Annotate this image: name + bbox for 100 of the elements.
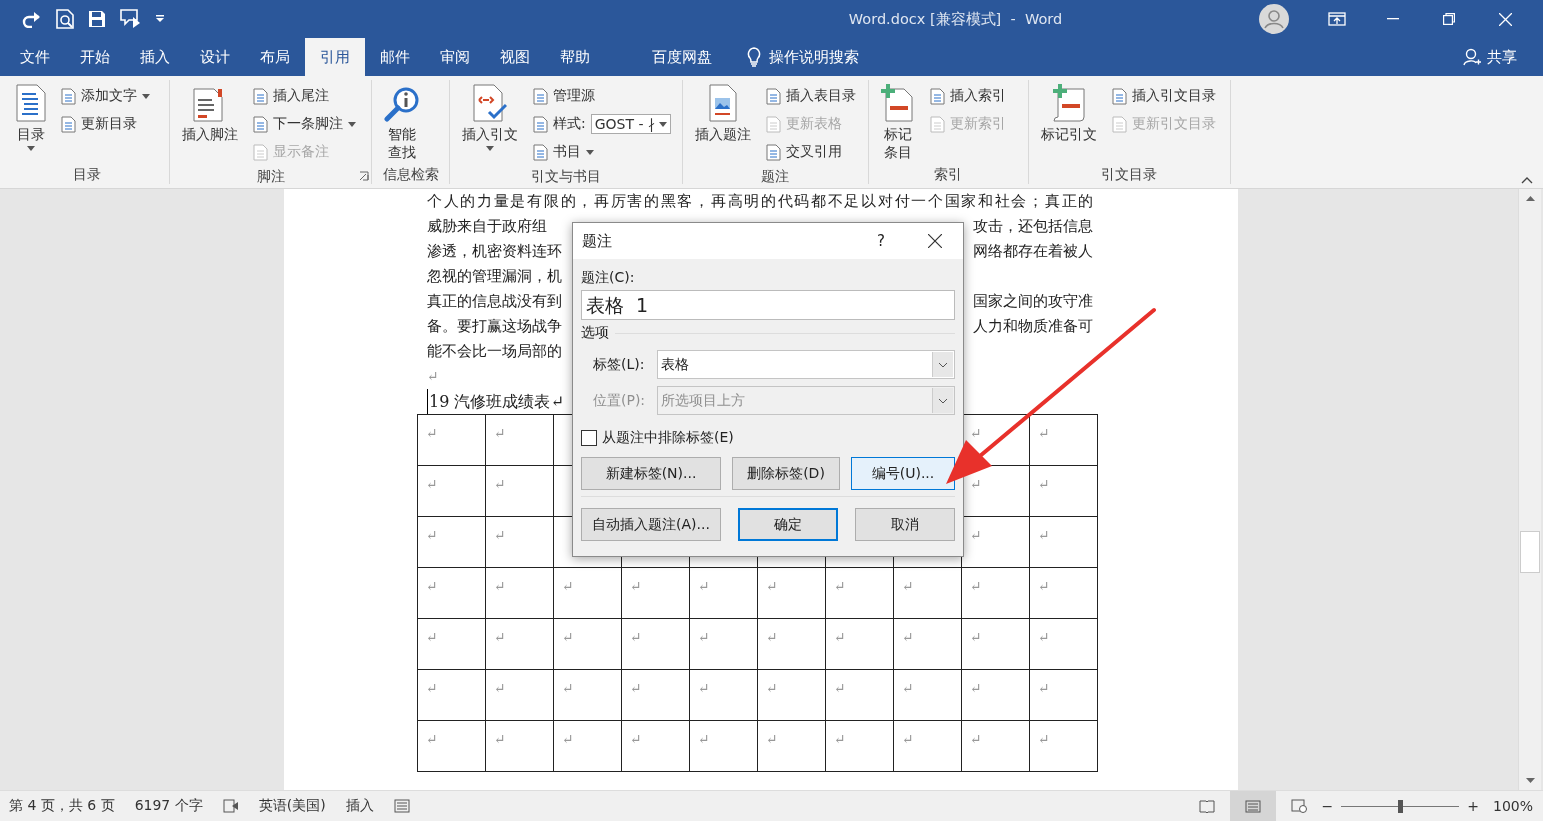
cell-mark: ↵ <box>834 680 846 696</box>
ribbon-tab[interactable]: 开始 <box>65 38 125 76</box>
scroll-down-icon <box>1525 778 1535 784</box>
touch-mode-icon <box>120 9 142 29</box>
chevron-down-icon <box>938 361 948 368</box>
dialog-button[interactable]: 自动插入题注(A)... <box>581 508 721 541</box>
ribbon-button[interactable]: 目录 <box>12 80 50 164</box>
redo-icon <box>22 10 42 28</box>
paragraph-text: 网络都存在着被人 <box>973 241 1093 262</box>
cell-mark: ↵ <box>1038 476 1050 492</box>
cell-mark: ↵ <box>494 680 506 696</box>
cell-mark: ↵ <box>426 527 438 543</box>
cell-mark: ↵ <box>1038 629 1050 645</box>
dialog-launcher-button[interactable] <box>359 171 369 181</box>
cell-mark: ↵ <box>902 578 914 594</box>
cell-mark: ↵ <box>970 425 982 441</box>
ribbon-button[interactable]: 智能 查找 <box>380 80 424 164</box>
cell-mark: ↵ <box>562 680 574 696</box>
caret-icon <box>586 149 594 155</box>
status-text: 6197 个字 <box>134 797 203 815</box>
cell-mark: ↵ <box>970 680 982 696</box>
dialog-button[interactable]: 编号(U)... <box>851 457 955 490</box>
cell-mark: ↵ <box>494 731 506 747</box>
ribbon-button[interactable]: 管理源 <box>530 82 674 110</box>
ribbon-tab[interactable]: 视图 <box>485 38 545 76</box>
paragraph-text: 威胁来自于政府组 <box>427 216 547 237</box>
cell-mark: ↵ <box>494 527 506 543</box>
cell-mark: ↵ <box>834 731 846 747</box>
cell-mark: ↵ <box>834 578 846 594</box>
ribbon-tab[interactable]: 引用 <box>305 38 365 76</box>
dialog-button[interactable]: 确定 <box>738 508 838 541</box>
ribbon-button[interactable]: 插入表目录 <box>763 82 859 110</box>
zoom-level[interactable]: 100% <box>1492 798 1533 814</box>
ribbon-button[interactable]: 插入索引 <box>927 82 1009 110</box>
ribbon-button[interactable]: 插入引文 <box>458 80 522 166</box>
ribbon-tab[interactable]: 布局 <box>245 38 305 76</box>
status-text: 英语(美国) <box>258 797 326 815</box>
print-layout-button[interactable] <box>1229 790 1276 821</box>
help-button[interactable]: ? <box>855 232 907 250</box>
tell-me-search[interactable]: 操作说明搜索 <box>741 38 865 76</box>
cell-mark: ↵ <box>766 578 778 594</box>
ribbon-button[interactable]: 添加文字 <box>58 82 153 110</box>
cell-mark: ↵ <box>426 425 438 441</box>
cell-mark: ↵ <box>902 629 914 645</box>
customize-caret-icon <box>156 15 164 23</box>
dialog-button[interactable]: 删除标签(D) <box>732 457 840 490</box>
ribbon-tab[interactable]: 审阅 <box>425 38 485 76</box>
dialog-title: 题注 <box>582 231 613 251</box>
zoom-slider-thumb[interactable] <box>1398 799 1404 813</box>
status-text: 插入 <box>345 797 374 815</box>
cell-mark: ↵ <box>426 629 438 645</box>
cell-mark: ↵ <box>494 629 506 645</box>
ribbon-button[interactable]: 插入尾注 <box>250 82 359 110</box>
page-icon <box>766 87 781 105</box>
cell-mark: ↵ <box>1038 578 1050 594</box>
ribbon-tab[interactable]: 百度网盘 <box>637 38 727 76</box>
ribbon-tab[interactable]: 插入 <box>125 38 185 76</box>
cell-mark: ↵ <box>698 629 710 645</box>
ribbon-button[interactable]: 标记 条目 <box>877 80 919 164</box>
page-icon <box>533 115 548 133</box>
cell-mark: ↵ <box>562 629 574 645</box>
read-mode-icon <box>1198 799 1215 813</box>
ribbon-tab[interactable]: 邮件 <box>365 38 425 76</box>
field-label: 位置(P): <box>593 391 647 410</box>
page-layout-icon <box>1244 799 1261 813</box>
checkbox-label[interactable]: 从题注中排除标签(E) <box>602 429 734 447</box>
zoom-in-button[interactable]: + <box>1467 798 1479 814</box>
ribbon-button[interactable]: 插入脚注 <box>178 80 242 166</box>
zoom-out-button[interactable]: − <box>1321 798 1334 814</box>
status-text: 第 4 页，共 6 页 <box>9 797 115 815</box>
ribbon-button[interactable]: 更新目录 <box>58 110 153 138</box>
ribbon-button[interactable]: 书目 <box>530 138 674 166</box>
page-icon <box>766 115 781 133</box>
dialog-button[interactable]: 新建标签(N)... <box>581 457 721 490</box>
dropdown[interactable]: 表格 <box>657 350 955 379</box>
ribbon-button[interactable]: 下一条脚注 <box>250 110 359 138</box>
document-check-icon <box>473 84 507 122</box>
paragraph-text: 攻击，还包括信息 <box>973 216 1093 237</box>
ribbon-tab[interactable]: 帮助 <box>545 38 605 76</box>
scroll-thumb[interactable] <box>1520 531 1540 573</box>
checkbox[interactable] <box>581 430 597 446</box>
ribbon-tab[interactable]: 设计 <box>185 38 245 76</box>
page-icon <box>930 115 945 133</box>
dialog-button[interactable]: 取消 <box>855 508 955 541</box>
group-label: 信息检索 <box>381 165 440 184</box>
style-dropdown[interactable]: GOST - ∤ <box>590 114 671 134</box>
ribbon-button[interactable]: 交叉引用 <box>763 138 859 166</box>
ribbon-button[interactable]: 插入引文目录 <box>1109 82 1219 110</box>
ribbon-button[interactable]: 标记引文 <box>1037 80 1101 164</box>
ribbon-tab[interactable]: 文件 <box>5 38 65 76</box>
cell-mark: ↵ <box>426 578 438 594</box>
lightbulb-icon <box>747 47 761 67</box>
scrollbar[interactable] <box>1518 189 1541 790</box>
ribbon-button[interactable]: 插入题注 <box>691 80 755 166</box>
paragraph-text: 能不会比一场局部的 <box>427 341 562 362</box>
share-button[interactable]: 共享 <box>1463 38 1543 76</box>
caption-field[interactable]: 表格 1 <box>581 290 955 320</box>
section-label: 选项 <box>581 324 609 342</box>
cell-mark: ↵ <box>970 527 982 543</box>
ribbon-options-icon <box>1328 12 1346 26</box>
